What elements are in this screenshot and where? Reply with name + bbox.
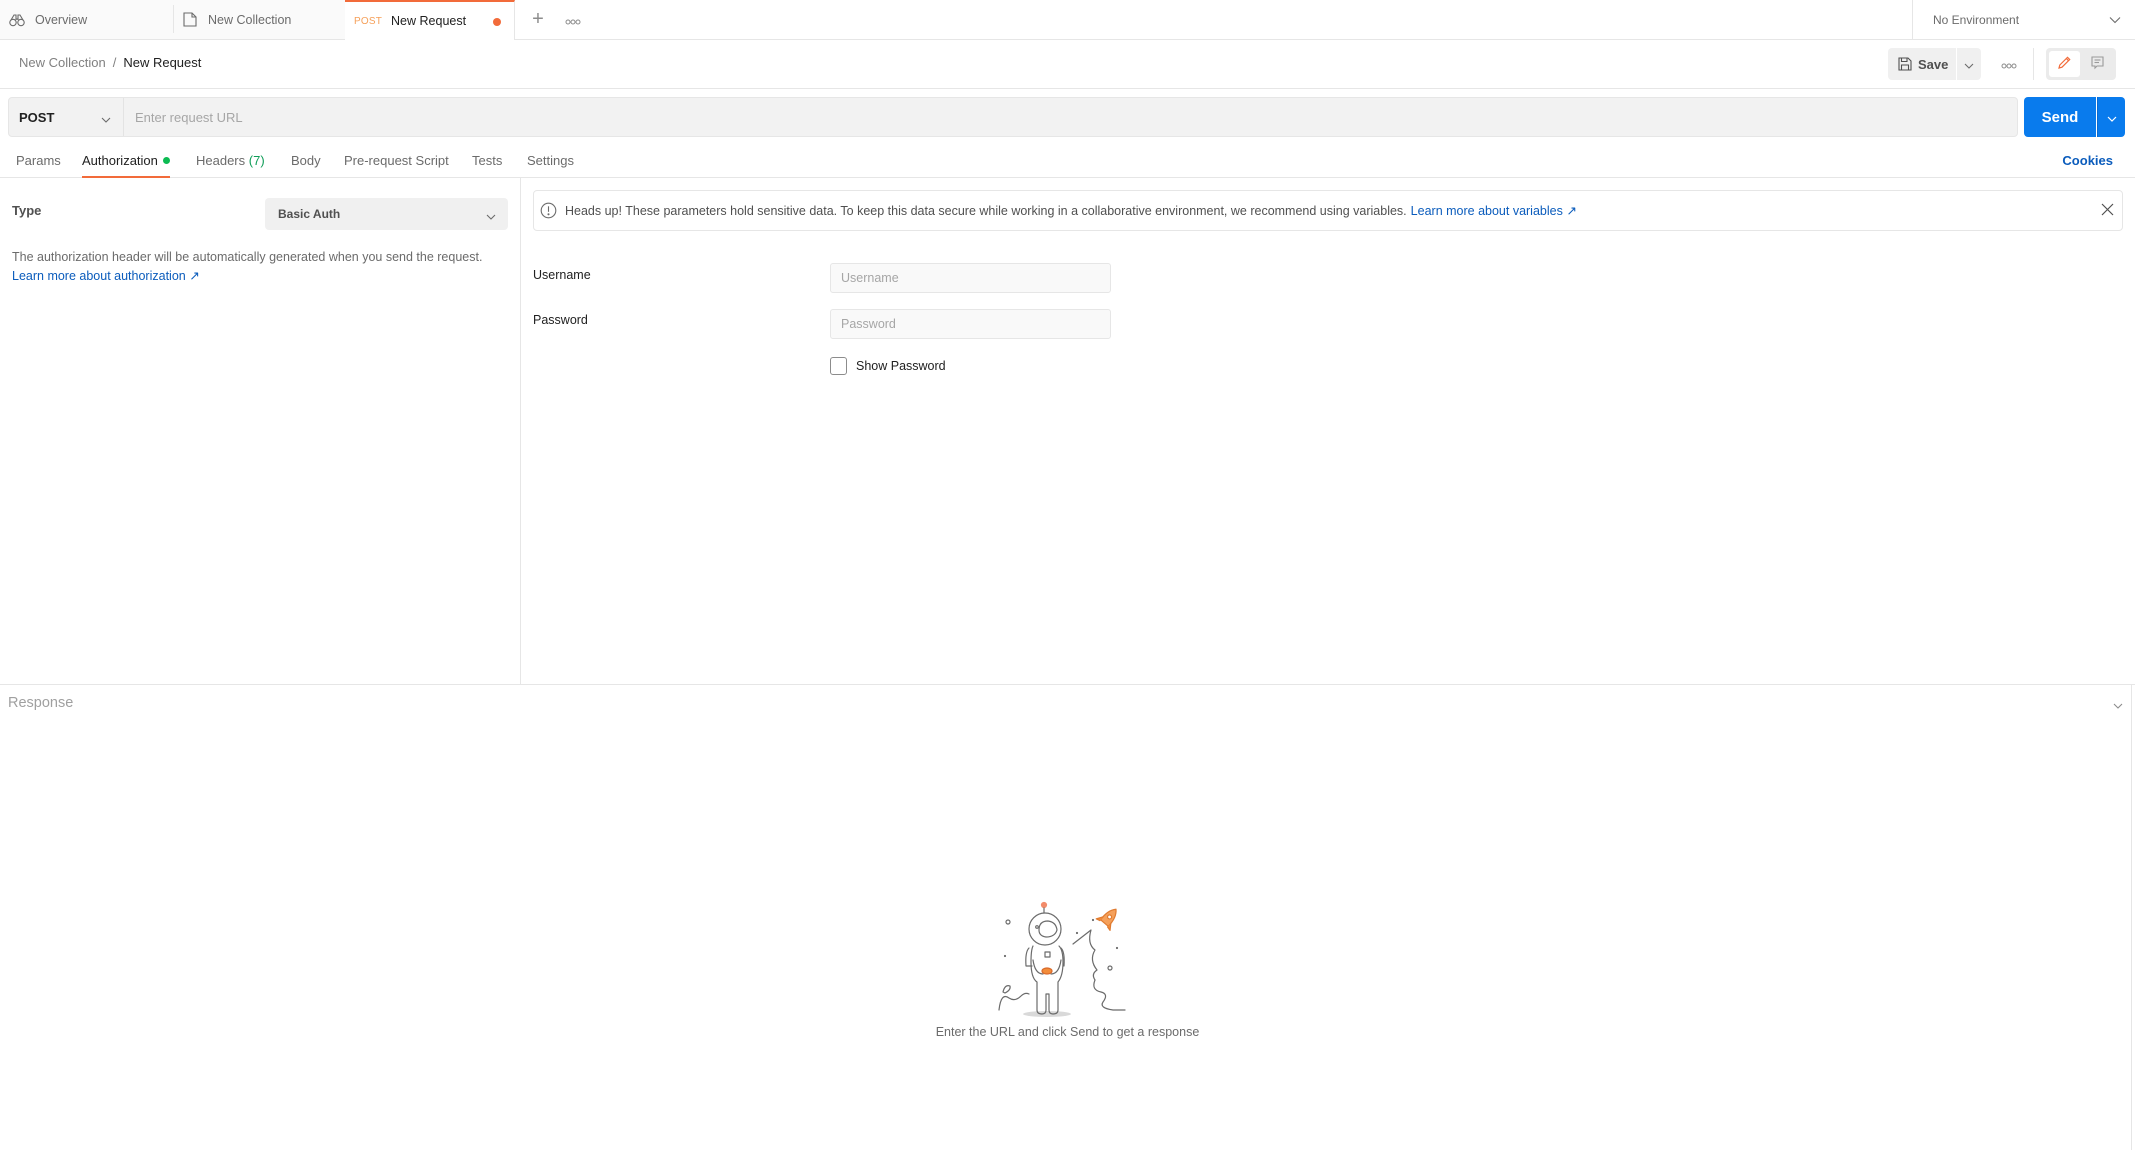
environment-selected: No Environment (1933, 13, 2020, 27)
tab-pre-request-script[interactable]: Pre-request Script (344, 153, 449, 178)
response-title: Response (8, 695, 74, 711)
tab-method-badge: POST (354, 15, 383, 27)
password-label: Password (533, 313, 588, 327)
header-divider (2033, 48, 2034, 80)
tab-label: Tests (472, 153, 503, 168)
tab-label: Body (291, 153, 321, 168)
show-password-toggle[interactable]: Show Password (830, 357, 946, 375)
tab-label: Headers (196, 153, 246, 168)
response-empty-message: Enter the URL and click Send to get a re… (935, 1025, 1200, 1039)
chevron-down-icon (486, 209, 496, 223)
tab-label: Authorization (82, 153, 158, 168)
close-icon (2101, 203, 2114, 219)
auth-description-text: The authorization header will be automat… (12, 250, 483, 264)
tab-label: Params (16, 153, 61, 168)
tab-label: Pre-request Script (344, 153, 449, 168)
sensitive-data-warning: Heads up! These parameters hold sensitiv… (533, 190, 2123, 231)
chevron-down-icon (2107, 110, 2117, 125)
request-tabs: Params Authorization Headers (7) Body Pr… (0, 145, 2135, 178)
more-horizontal-icon (2001, 57, 2017, 72)
save-label: Save (1918, 56, 1949, 72)
view-mode-toggle (2046, 48, 2116, 80)
environment-select[interactable]: No Environment (1912, 0, 2135, 40)
astronaut-illustration (995, 900, 1140, 1020)
tab-label: Overview (35, 12, 88, 27)
warning-text: Heads up! These parameters hold sensitiv… (565, 203, 1407, 218)
learn-more-authorization-link[interactable]: Learn more about authorization ↗ (12, 267, 200, 286)
collection-icon (181, 11, 199, 29)
method-selected: POST (19, 109, 55, 125)
tab-overview[interactable]: Overview (0, 0, 173, 40)
tab-settings[interactable]: Settings (527, 153, 574, 178)
cookies-link[interactable]: Cookies (2062, 153, 2113, 168)
comment-icon (2090, 55, 2105, 73)
comments-button[interactable] (2082, 51, 2113, 77)
auth-description: The authorization header will be automat… (12, 248, 517, 286)
save-dropdown-button[interactable] (1957, 48, 1981, 80)
dismiss-warning-button[interactable] (2098, 202, 2116, 220)
url-bar: POST (8, 97, 2018, 137)
tab-authorization[interactable]: Authorization (82, 153, 170, 178)
auth-type-selected: Basic Auth (278, 207, 341, 221)
binoculars-icon (8, 11, 26, 29)
breadcrumb-request-name[interactable]: New Request (123, 55, 201, 70)
show-password-checkbox[interactable] (830, 357, 847, 375)
new-tab-button[interactable]: + (528, 9, 548, 30)
save-button[interactable]: Save (1888, 48, 1956, 80)
status-dot-icon (162, 157, 170, 164)
breadcrumb-collection-link[interactable]: New Collection (19, 55, 106, 70)
chevron-down-icon (2109, 13, 2121, 27)
chevron-down-icon (101, 111, 111, 126)
tab-tests[interactable]: Tests (472, 153, 502, 178)
breadcrumb-separator: / (112, 55, 117, 70)
breadcrumb: New Collection / New Request (19, 55, 201, 70)
tab-body[interactable]: Body (291, 153, 321, 178)
pane-right-border (2131, 684, 2132, 1150)
chevron-down-icon (1964, 57, 1974, 72)
username-input[interactable] (830, 263, 1111, 293)
send-button[interactable]: Send (2024, 97, 2096, 137)
auth-type-select[interactable]: Basic Auth (265, 198, 508, 230)
chevron-down-icon (2113, 697, 2123, 712)
request-header: New Collection / New Request Save (0, 40, 2135, 89)
send-dropdown-button[interactable] (2097, 97, 2125, 137)
tab-new-request[interactable]: POST New Request (345, 0, 515, 40)
unsaved-dot-icon (493, 18, 501, 26)
save-icon (1898, 57, 1912, 71)
tab-headers[interactable]: Headers (7) (196, 153, 265, 178)
collapse-response-button[interactable] (2113, 697, 2123, 712)
tab-params[interactable]: Params (16, 153, 61, 178)
auth-type-pane: Type Basic Auth The authorization header… (0, 178, 521, 684)
tab-label: Settings (527, 153, 574, 168)
tab-label: New Collection (208, 12, 292, 27)
tab-more-button[interactable] (562, 10, 584, 30)
headers-count: (7) (248, 153, 265, 168)
more-horizontal-icon (565, 13, 581, 28)
tab-bar: Overview New Collection POST New Request… (0, 0, 2135, 40)
pencil-icon (2057, 55, 2072, 73)
show-password-label: Show Password (856, 359, 946, 373)
method-select[interactable]: POST (9, 98, 124, 136)
username-label: Username (533, 268, 591, 282)
tab-label: New Request (391, 14, 467, 28)
alert-circle-icon (540, 202, 557, 219)
request-more-button[interactable] (1997, 54, 2021, 74)
learn-more-variables-link[interactable]: Learn more about variables ↗ (1411, 203, 1577, 218)
password-input[interactable] (830, 309, 1111, 339)
auth-type-label: Type (12, 203, 42, 218)
tab-new-collection[interactable]: New Collection (173, 0, 345, 40)
edit-mode-button[interactable] (2049, 51, 2080, 77)
url-input[interactable] (125, 98, 2015, 136)
